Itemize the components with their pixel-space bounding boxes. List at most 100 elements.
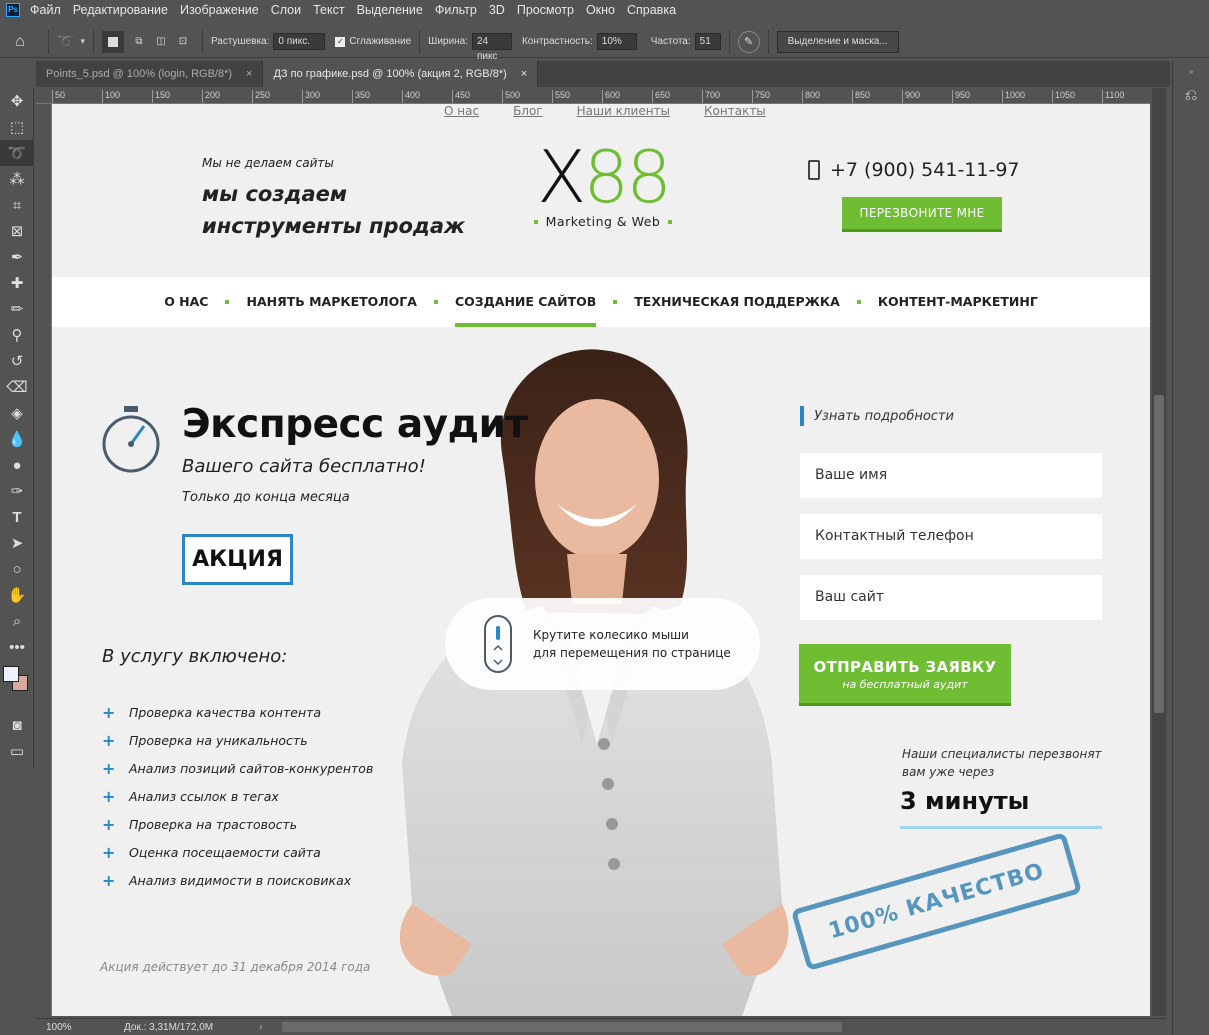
plus-icon: + — [102, 730, 116, 750]
logo-subtitle: Marketing & Web — [528, 214, 678, 229]
plus-icon: + — [102, 814, 116, 834]
path-select-icon[interactable]: ➤ — [0, 530, 34, 556]
home-icon[interactable]: ⌂ — [0, 33, 40, 51]
menu-3d[interactable]: 3D — [489, 3, 505, 17]
nav-about[interactable]: О НАС — [147, 277, 225, 327]
feather-input[interactable]: 0 пикс. — [273, 33, 326, 50]
name-field[interactable]: Ваше имя — [800, 453, 1102, 498]
zoom-tool-icon[interactable]: ⌕ — [0, 608, 34, 634]
close-icon[interactable]: × — [246, 61, 252, 87]
feather-label: Растушевка: — [210, 36, 270, 47]
chevron-down-icon[interactable]: ▾ — [80, 36, 85, 47]
ellipse-tool-icon[interactable]: ○ — [0, 556, 34, 582]
magnetic-lasso-icon[interactable]: ➰ — [57, 33, 74, 50]
antialias-checkbox[interactable]: ✓ — [335, 36, 346, 47]
divider — [419, 29, 421, 54]
crop-tool-icon[interactable]: ⌗ — [0, 192, 34, 218]
tagline-line1: мы создаем — [202, 182, 348, 206]
menu-file[interactable]: Файл — [30, 3, 61, 17]
quick-mask-icon[interactable]: ◙ — [0, 712, 34, 738]
menu-help[interactable]: Справка — [627, 3, 676, 17]
contrast-input[interactable]: 10% — [596, 33, 637, 50]
panel-collapse-icon[interactable]: » — [1173, 67, 1209, 81]
marquee-tool-icon[interactable]: ⬚ — [0, 114, 34, 140]
pen-pressure-icon[interactable]: ✎ — [737, 30, 760, 53]
list-item-text: Проверка качества контента — [129, 704, 322, 720]
divider — [201, 29, 203, 54]
menu-type[interactable]: Текст — [313, 3, 344, 17]
plus-icon: + — [102, 842, 116, 862]
intersect-selection-icon[interactable]: ⊡ — [172, 31, 194, 53]
dodge-tool-icon[interactable]: ● — [0, 452, 34, 478]
callback-note: Наши специалисты перезвонят вам уже чере… — [902, 745, 1102, 781]
topnav-about[interactable]: О нас — [444, 104, 479, 118]
hand-tool-icon[interactable]: ✋ — [0, 582, 34, 608]
topnav-clients[interactable]: Наши клиенты — [577, 104, 670, 118]
tagline-line2: инструменты продаж — [202, 214, 465, 238]
pen-tool-icon[interactable]: ✑ — [0, 478, 34, 504]
add-selection-icon[interactable]: ⧉ — [128, 31, 150, 53]
chevron-right-icon[interactable]: › — [259, 1022, 262, 1033]
close-icon[interactable]: × — [521, 61, 527, 87]
tab-points5[interactable]: Points_5.psd @ 100% (login, RGB/8*) × — [36, 61, 264, 87]
ruler-tick: 800 — [802, 90, 820, 103]
document-canvas[interactable]: О нас Блог Наши клиенты Контакты Мы не д… — [52, 104, 1150, 1016]
callback-button[interactable]: ПЕРЕЗВОНИТЕ МНЕ — [842, 197, 1002, 232]
nav-hire-marketer[interactable]: НАНЯТЬ МАРКЕТОЛОГА — [229, 277, 433, 327]
new-selection-icon[interactable] — [101, 30, 124, 53]
eraser-icon[interactable]: ⌫ — [0, 374, 34, 400]
horizontal-scrollbar[interactable] — [282, 1022, 843, 1032]
site-field[interactable]: Ваш сайт — [800, 575, 1102, 620]
menu-window[interactable]: Окно — [586, 3, 615, 17]
move-tool-icon[interactable]: ✥ — [0, 88, 34, 114]
frame-tool-icon[interactable]: ⊠ — [0, 218, 34, 244]
type-tool-icon[interactable]: T — [0, 504, 34, 530]
menu-image[interactable]: Изображение — [180, 3, 259, 17]
foreground-color[interactable] — [3, 666, 19, 682]
menu-select[interactable]: Выделение — [357, 3, 423, 17]
send-button-sub: на бесплатный аудит — [842, 678, 968, 691]
more-tools-icon[interactable]: ••• — [0, 634, 34, 660]
width-input[interactable]: 24 пикс — [471, 33, 512, 62]
list-item: + Анализ ссылок в тегах — [102, 782, 373, 810]
lasso-tool-icon[interactable]: ➰ — [0, 140, 34, 166]
topnav-contacts[interactable]: Контакты — [704, 104, 766, 118]
menu-view[interactable]: Просмотр — [517, 3, 574, 17]
hero-note: Только до конца месяца — [182, 490, 350, 505]
topnav-blog[interactable]: Блог — [513, 104, 543, 118]
list-item: + Проверка на трастовость — [102, 810, 373, 838]
phone-number[interactable]: +7 (900) 541-11-97 — [830, 159, 1020, 181]
scrollbar-thumb[interactable] — [1154, 395, 1164, 713]
history-panel-icon[interactable]: ⎌ — [1173, 87, 1209, 105]
subtract-selection-icon[interactable]: ◫ — [150, 31, 172, 53]
blur-tool-icon[interactable]: 💧 — [0, 426, 34, 452]
ruler-tick: 900 — [902, 90, 920, 103]
healing-brush-icon[interactable]: ✚ — [0, 270, 34, 296]
history-brush-icon[interactable]: ↺ — [0, 348, 34, 374]
screen-mode-icon[interactable]: ▭ — [0, 738, 34, 764]
form-heading-text: Узнать подробности — [814, 408, 954, 424]
menu-edit[interactable]: Редактирование — [73, 3, 168, 17]
menu-bar: Ps Файл Редактирование Изображение Слои … — [0, 0, 1209, 20]
scroll-hint-line1: Крутите колесико мыши — [533, 628, 689, 642]
menu-layers[interactable]: Слои — [271, 3, 301, 17]
bucket-icon[interactable]: ◈ — [0, 400, 34, 426]
stamp-tool-icon[interactable]: ⚲ — [0, 322, 34, 348]
zoom-level[interactable]: 100% — [36, 1022, 88, 1033]
phone-field[interactable]: Контактный телефон — [800, 514, 1102, 559]
menu-filter[interactable]: Фильтр — [435, 3, 477, 17]
send-request-button[interactable]: ОТПРАВИТЬ ЗАЯВКУ на бесплатный аудит — [799, 644, 1011, 706]
ruler-tick: 150 — [152, 90, 170, 103]
contrast-label: Контрастность: — [521, 36, 593, 47]
nav-tech-support[interactable]: ТЕХНИЧЕСКАЯ ПОДДЕРЖКА — [617, 277, 857, 327]
brush-tool-icon[interactable]: ✏ — [0, 296, 34, 322]
frequency-input[interactable]: 51 — [694, 33, 721, 50]
ruler-tick: 850 — [852, 90, 870, 103]
tab-dz-grafika[interactable]: ДЗ по графике.psd @ 100% (акция 2, RGB/8… — [263, 61, 539, 87]
magic-wand-icon[interactable]: ⁂ — [0, 166, 34, 192]
select-and-mask-button[interactable]: Выделение и маска... — [776, 30, 899, 53]
eyedropper-icon[interactable]: ✒ — [0, 244, 34, 270]
nav-content-marketing[interactable]: КОНТЕНТ-МАРКЕТИНГ — [861, 277, 1055, 327]
nav-web-development[interactable]: СОЗДАНИЕ САЙТОВ — [438, 277, 613, 327]
site-logo[interactable]: X88 Marketing & Web — [528, 140, 678, 229]
